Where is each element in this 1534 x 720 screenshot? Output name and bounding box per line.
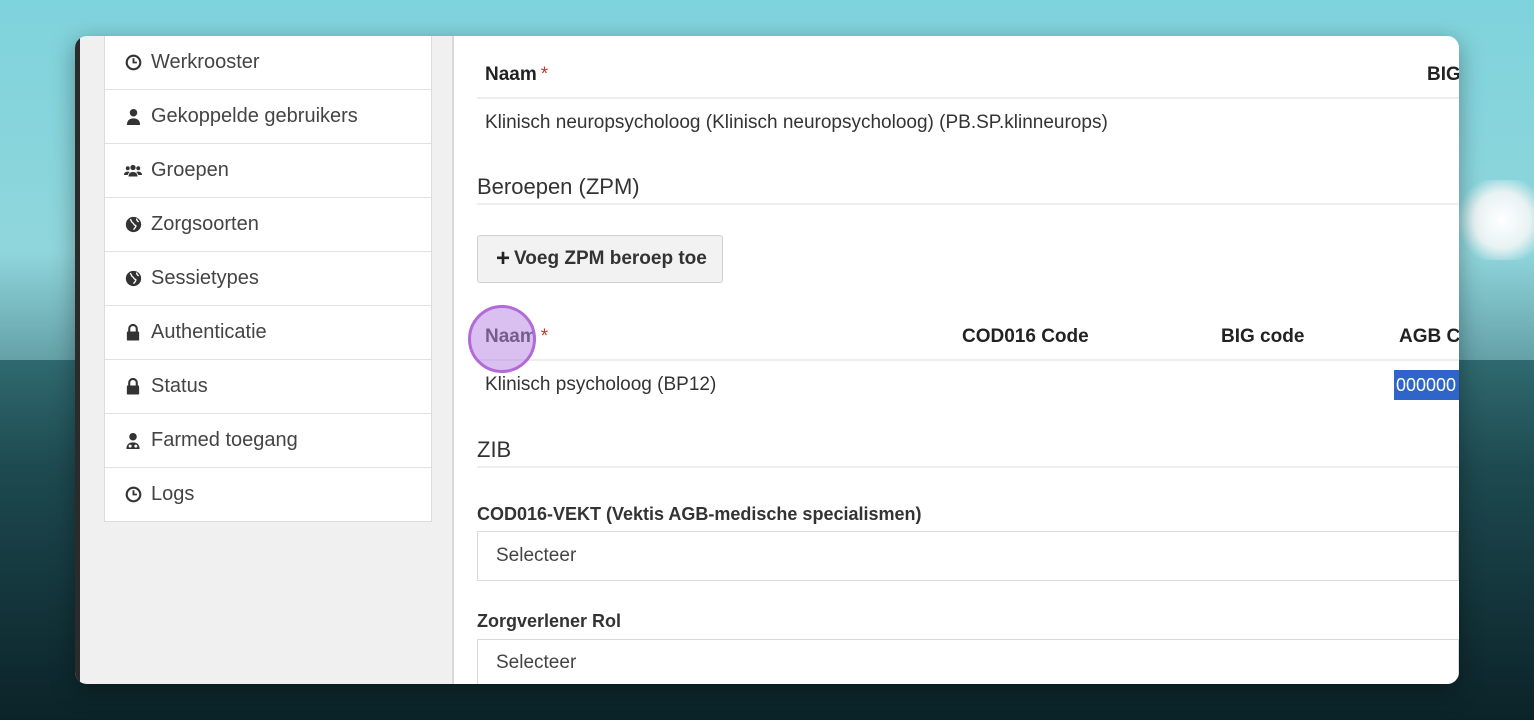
table-divider: [477, 97, 1459, 99]
header-text: Naam: [485, 64, 537, 85]
required-marker: *: [540, 64, 549, 85]
lock-icon: [124, 324, 142, 342]
globe-icon: [124, 216, 142, 234]
select-value: Selecteer: [496, 545, 577, 566]
column-header-big: BIG: [1427, 64, 1459, 85]
add-zpm-beroep-button[interactable]: + Voeg ZPM beroep toe: [477, 235, 723, 283]
section-title-zib: ZIB: [477, 437, 512, 462]
globe-icon: [124, 270, 142, 288]
column-header-naam: Naam *: [485, 326, 548, 348]
sidebar-item-groepen[interactable]: Groepen: [105, 144, 431, 198]
clock-icon: [124, 54, 142, 72]
column-header-cod016: COD016 Code: [962, 326, 1089, 347]
sidebar-item-sessietypes[interactable]: Sessietypes: [105, 252, 431, 306]
sidebar-item-label: Sessietypes: [151, 267, 259, 289]
sidebar-item-label: Werkrooster: [151, 51, 260, 73]
sidebar-item-label: Logs: [151, 483, 195, 505]
user-md-icon: [124, 432, 142, 450]
sidebar-item-label: Groepen: [151, 159, 229, 181]
section-title-beroepen: Beroepen (ZPM): [477, 174, 640, 199]
main-content: Naam * BIG Klinisch neuropsycholoog (Klin…: [454, 36, 1459, 684]
users-icon: [124, 162, 142, 180]
sidebar-item-label: Farmed toegang: [151, 429, 298, 451]
plus-icon: +: [496, 245, 511, 272]
cod016-vekt-select[interactable]: Selecteer: [477, 531, 1459, 581]
sidebar-item-label: Gekoppelde gebruikers: [151, 105, 358, 127]
sidebar-item-zorgsoorten[interactable]: Zorgsoorten: [105, 198, 431, 252]
table-cell-naam: Klinisch psycholoog (BP12): [485, 374, 717, 395]
sidebar-item-authenticatie[interactable]: Authenticatie: [105, 306, 431, 360]
sidebar-item-label: Status: [151, 375, 208, 397]
sidebar-item-logs[interactable]: Logs: [105, 468, 431, 521]
window-edge: [75, 36, 80, 684]
sidebar-item-label: Zorgsoorten: [151, 213, 259, 235]
sidebar-item-farmed-toegang[interactable]: Farmed toegang: [105, 414, 431, 468]
select-value: Selecteer: [496, 652, 577, 673]
zorgverlener-rol-label: Zorgverlener Rol: [477, 611, 622, 631]
cod016-vekt-label: COD016-VEKT (Vektis AGB-medische special…: [477, 504, 922, 524]
clock-icon: [124, 486, 142, 504]
lock-icon: [124, 378, 142, 396]
agb-code-cell-selected[interactable]: 000000: [1394, 370, 1459, 400]
column-header-naam: Naam *: [485, 64, 548, 86]
sidebar-item-label: Authenticatie: [151, 321, 267, 343]
header-text: Naam: [485, 326, 537, 347]
sidebar-item-status[interactable]: Status: [105, 360, 431, 414]
sidebar-item-gekoppelde-gebruikers[interactable]: Gekoppelde gebruikers: [105, 90, 431, 144]
section-divider: [477, 203, 1459, 205]
sidebar: Werkrooster Gekoppelde gebruikers Groepe…: [104, 36, 432, 522]
sidebar-item-werkrooster[interactable]: Werkrooster: [105, 36, 431, 90]
agb-code-text: 000000: [1396, 374, 1457, 395]
table-cell-naam: Klinisch neuropsycholoog (Klinisch neuro…: [485, 112, 1108, 133]
app-window: Werkrooster Gekoppelde gebruikers Groepe…: [75, 36, 1459, 684]
section-divider: [477, 466, 1459, 468]
background-cloud: [1454, 180, 1534, 260]
zorgverlener-rol-select[interactable]: Selecteer: [477, 639, 1459, 684]
table-divider: [477, 359, 1459, 361]
user-icon: [124, 108, 142, 126]
required-marker: *: [540, 326, 549, 347]
column-header-agb-code: AGB Co: [1399, 326, 1459, 347]
button-label: Voeg ZPM beroep toe: [514, 248, 707, 269]
column-header-big-code: BIG code: [1221, 326, 1305, 347]
